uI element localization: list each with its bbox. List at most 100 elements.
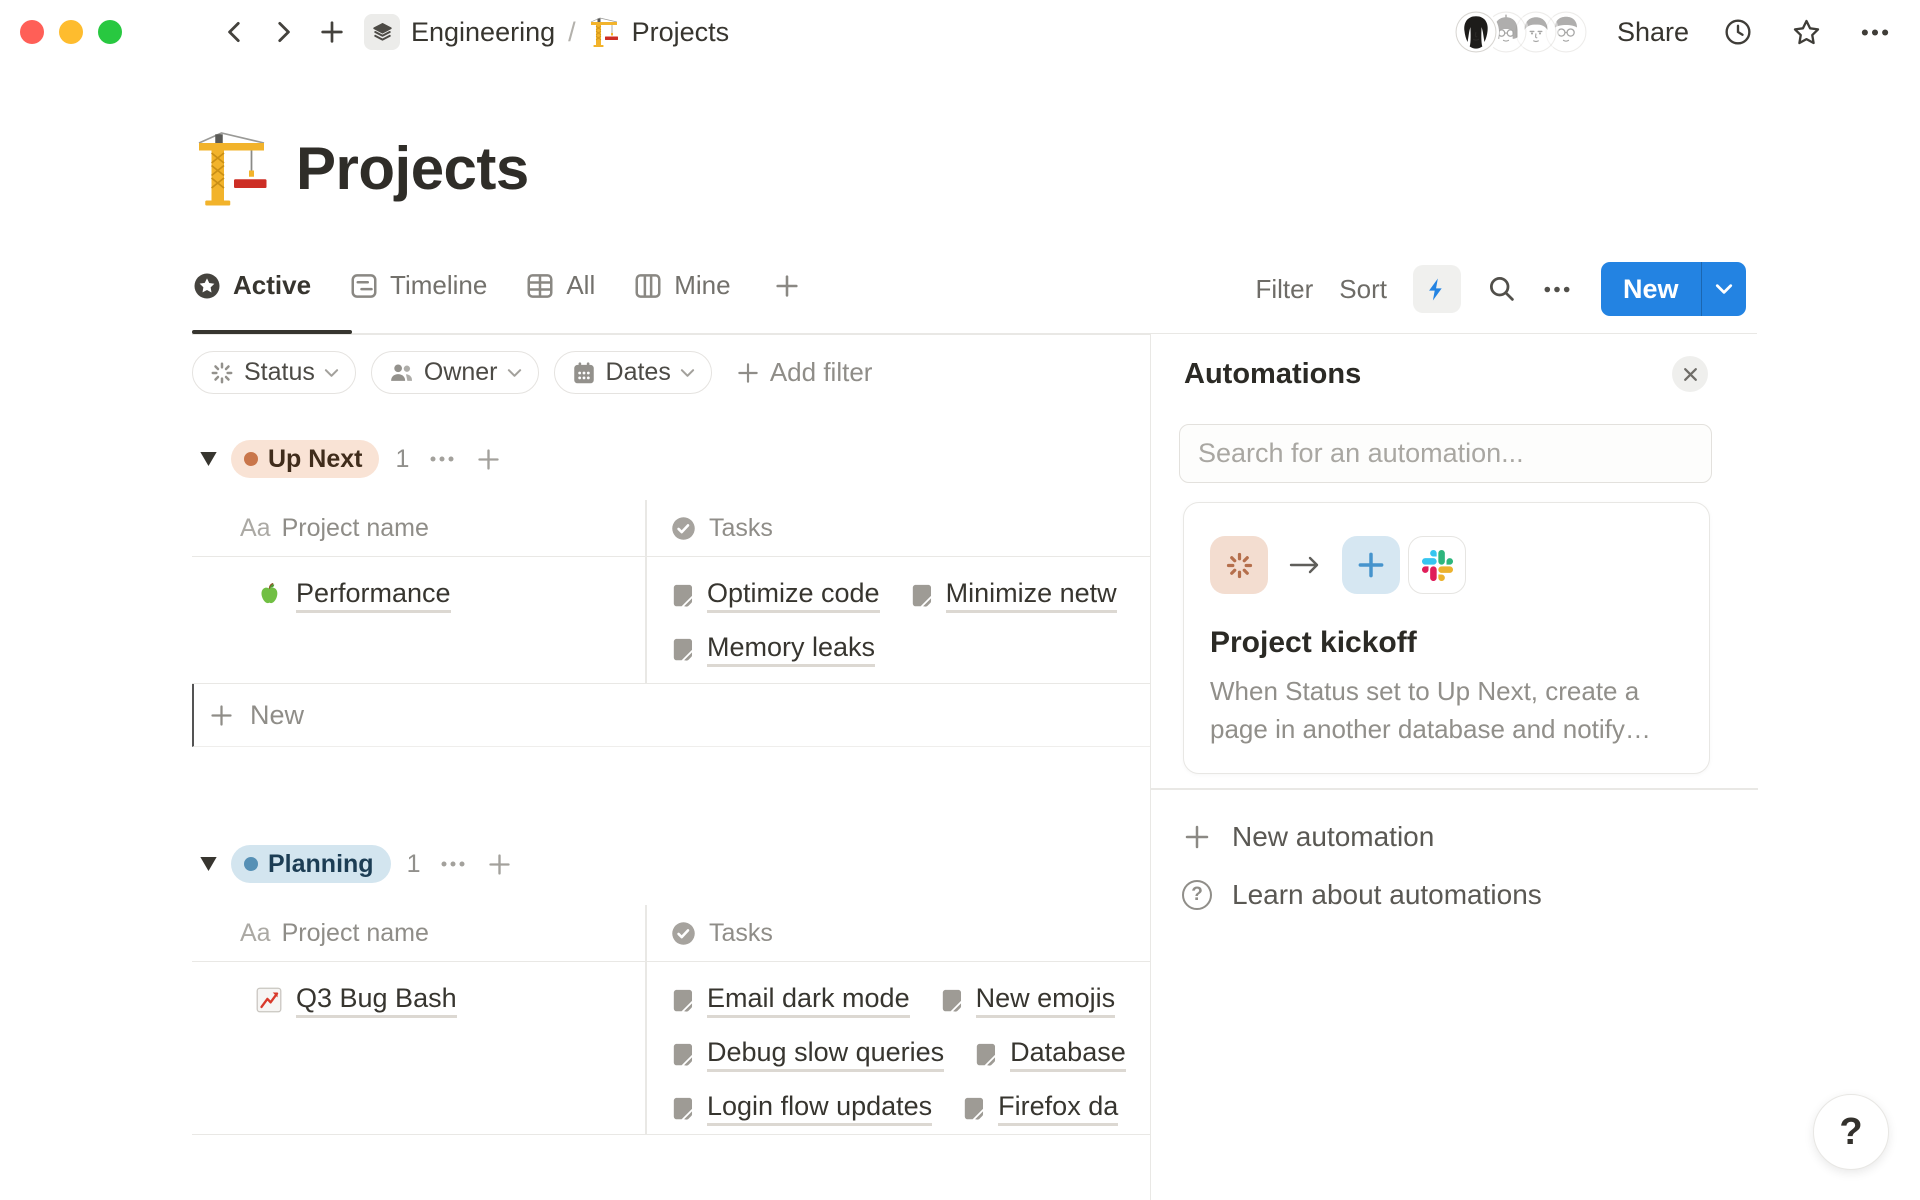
new-button[interactable]: New [1601,262,1701,316]
sidebar-menu-button[interactable] [160,17,196,47]
view-toolbar: Filter Sort New [1256,262,1747,316]
plus-icon [773,272,801,300]
group-name: Up Next [268,445,362,474]
page-icon [671,582,697,608]
people-icon [388,359,415,386]
minimize-window-button[interactable] [59,20,83,44]
add-view-button[interactable] [773,272,801,306]
column-project-name[interactable]: Aa Project name [192,514,645,543]
search-button[interactable] [1487,274,1517,304]
board-icon [633,271,663,301]
breadcrumb-item-engineering[interactable]: Engineering [411,17,555,48]
new-tab-button[interactable] [314,13,350,51]
task-link[interactable]: Database [974,1037,1126,1072]
project-link[interactable]: Q3 Bug Bash [296,983,457,1018]
calendar-icon [571,360,597,386]
page-icon [962,1095,988,1121]
learn-automations-button[interactable]: ? Learn about automations [1151,866,1711,924]
favorite-button[interactable] [1787,13,1826,52]
group-count: 1 [395,445,409,474]
chevron-down-icon [324,368,339,378]
status-trigger-icon [1210,536,1268,594]
project-name-cell[interactable]: Q3 Bug Bash [192,963,645,1134]
clock-icon [1723,17,1753,47]
status-dot [244,452,258,466]
group-toggle[interactable] [200,857,217,871]
new-row-label: New [250,700,304,731]
more-options-button[interactable] [1856,24,1894,41]
filter-chip-dates[interactable]: Dates [554,351,712,394]
group-badge-up-next[interactable]: Up Next [231,440,379,478]
page-icon [671,1041,697,1067]
project-link[interactable]: Performance [296,578,451,613]
new-automation-button[interactable]: New automation [1151,808,1711,866]
filter-button[interactable]: Filter [1256,274,1314,305]
view-options-button[interactable] [1543,285,1571,294]
workspace-icon-tile[interactable] [364,14,400,50]
group-badge-planning[interactable]: Planning [231,845,391,883]
task-link[interactable]: New emojis [940,983,1116,1018]
automation-title: Project kickoff [1210,626,1683,660]
timeline-icon [349,271,379,301]
sort-button[interactable]: Sort [1339,274,1387,305]
column-tasks[interactable]: Tasks [645,919,773,948]
task-label: Email dark mode [707,983,910,1018]
task-link[interactable]: Optimize code [671,578,880,613]
chevron-left-icon [222,17,248,47]
zoom-window-button[interactable] [98,20,122,44]
forward-button[interactable] [266,13,300,51]
column-divider[interactable] [645,500,647,684]
page-icon [940,987,966,1013]
task-link[interactable]: Minimize netw [910,578,1117,613]
tab-all[interactable]: All [525,270,595,307]
task-label: Memory leaks [707,632,875,667]
page-icon [671,636,697,662]
task-link[interactable]: Memory leaks [671,632,875,667]
column-project-name[interactable]: Aa Project name [192,919,645,948]
task-link[interactable]: Debug slow queries [671,1037,944,1072]
new-dropdown-button[interactable] [1702,262,1746,316]
close-panel-button[interactable] [1672,356,1708,392]
chevron-right-icon [270,17,296,47]
tab-timeline[interactable]: Timeline [349,270,487,307]
column-tasks[interactable]: Tasks [645,514,773,543]
task-label: Login flow updates [707,1091,932,1126]
close-icon [1682,366,1699,383]
project-name-cell[interactable]: Performance [192,558,645,683]
breadcrumb-item-projects[interactable]: Projects [632,17,730,48]
page-icon [910,582,936,608]
check-circle-icon [670,515,697,542]
tab-mine[interactable]: Mine [633,270,730,307]
share-button[interactable]: Share [1617,17,1689,48]
active-tab-underline [192,330,352,334]
task-link[interactable]: Firefox da [962,1091,1118,1126]
column-divider[interactable] [645,905,647,1135]
text-property-icon: Aa [240,919,271,948]
automation-search-input[interactable] [1179,424,1712,483]
avatar-stack[interactable] [1455,11,1587,53]
group-more-button[interactable] [440,860,466,868]
group-add-button[interactable] [475,446,502,473]
updates-button[interactable] [1719,13,1757,51]
close-window-button[interactable] [20,20,44,44]
automation-card[interactable]: Project kickoff When Status set to Up Ne… [1183,502,1710,774]
crane-page-icon[interactable] [194,128,274,208]
chip-label: Owner [424,358,498,387]
ellipsis-icon [1543,285,1571,294]
group-add-button[interactable] [486,851,513,878]
task-link[interactable]: Email dark mode [671,983,910,1018]
task-link[interactable]: Login flow updates [671,1091,932,1126]
filter-chip-owner[interactable]: Owner [371,351,539,394]
topbar-actions: Share [1455,0,1894,64]
automations-button[interactable] [1413,265,1461,313]
star-icon [1791,17,1822,48]
table-icon [525,271,555,301]
help-button[interactable]: ? [1813,1094,1889,1170]
tab-active[interactable]: Active [192,270,311,307]
group-toggle[interactable] [200,452,217,466]
add-filter-button[interactable]: Add filter [735,357,873,388]
panel-divider [1151,788,1758,790]
back-button[interactable] [218,13,252,51]
group-more-button[interactable] [429,455,455,463]
filter-chip-status[interactable]: Status [192,351,356,394]
